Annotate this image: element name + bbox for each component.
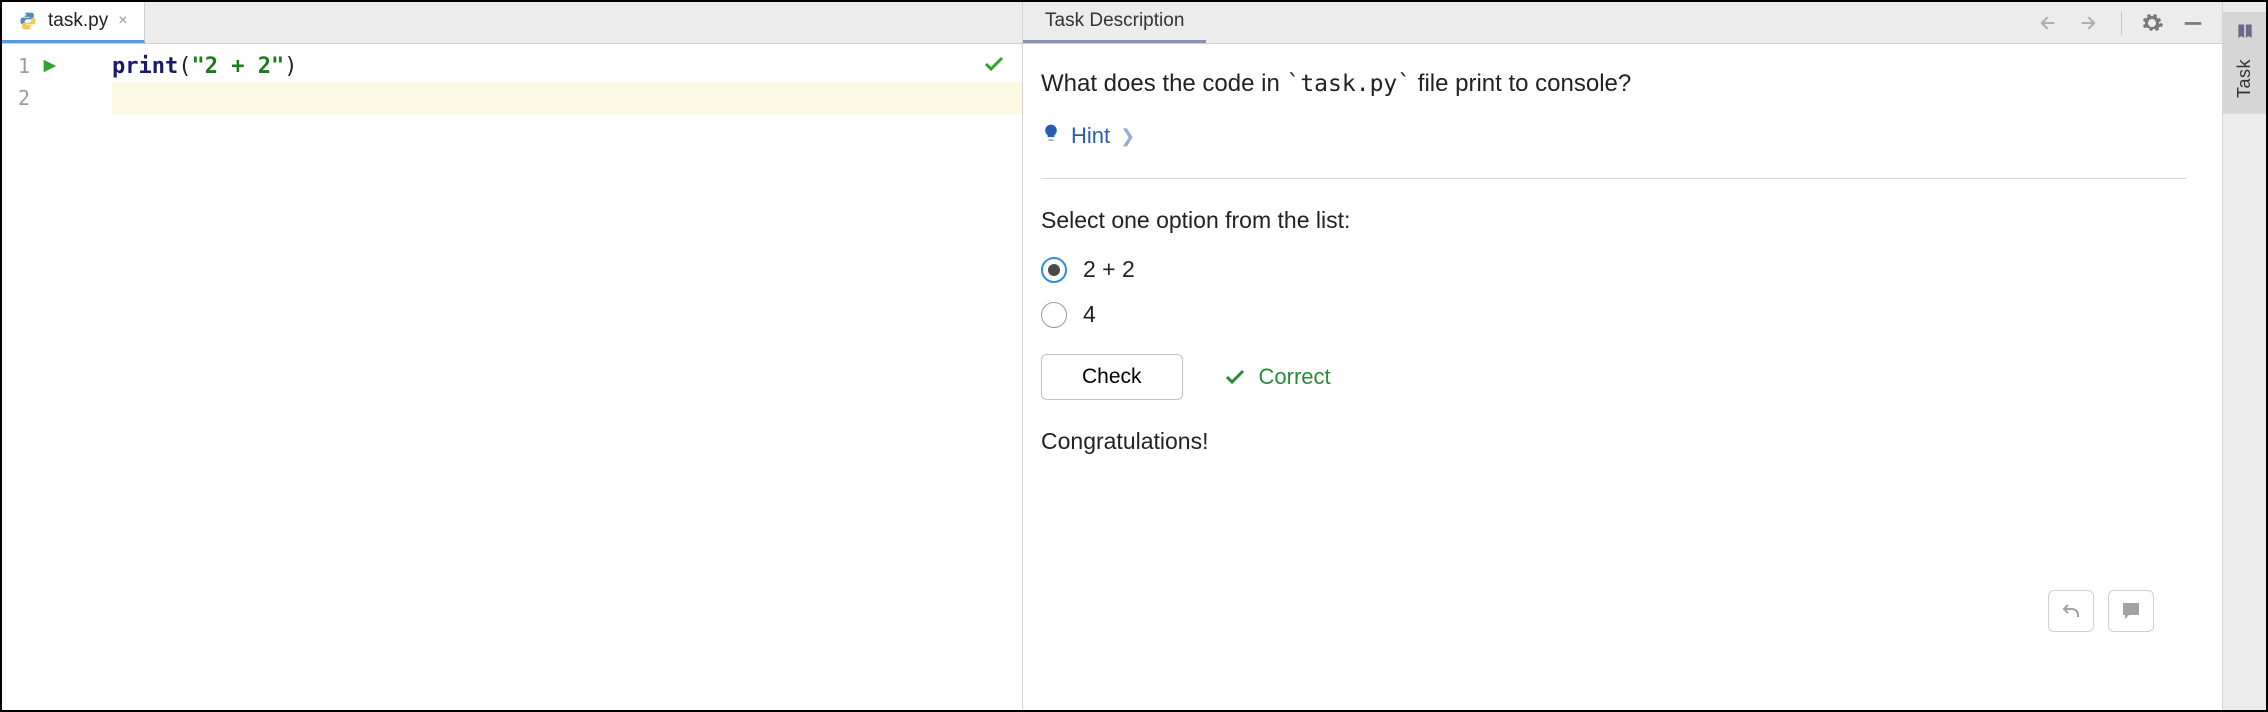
task-body: What does the code in `task.py` file pri…: [1023, 44, 2222, 710]
check-row: Check Correct: [1041, 354, 2186, 400]
editor-tab[interactable]: task.py ×: [2, 2, 145, 43]
book-icon: [2235, 22, 2255, 45]
code-line: [112, 82, 1022, 114]
line-number: 2: [12, 86, 30, 110]
options-group: 2 + 2 4: [1041, 256, 2186, 328]
rail-label: Task: [2234, 59, 2255, 98]
option-label: 2 + 2: [1083, 256, 1135, 283]
undo-icon[interactable]: [2048, 590, 2094, 632]
editor-tab-name: task.py: [48, 10, 108, 32]
select-prompt: Select one option from the list:: [1041, 207, 2186, 234]
separator: [2121, 11, 2122, 35]
task-question: What does the code in `task.py` file pri…: [1041, 70, 2186, 98]
gear-icon[interactable]: [2140, 11, 2164, 35]
option-label: 4: [1083, 301, 1096, 328]
option-row[interactable]: 4: [1041, 301, 2186, 328]
line-number: 1: [12, 54, 30, 78]
check-button[interactable]: Check: [1041, 354, 1183, 400]
option-row[interactable]: 2 + 2: [1041, 256, 2186, 283]
congrats-text: Congratulations!: [1041, 428, 2186, 455]
task-header: Task Description: [1023, 2, 2222, 44]
editor-gutter: 1 2: [2, 44, 112, 710]
nav-forward-icon[interactable]: [2077, 13, 2103, 33]
task-description-tab[interactable]: Task Description: [1023, 2, 1206, 43]
task-bottom-actions: [2048, 590, 2154, 632]
task-header-title: Task Description: [1045, 10, 1184, 32]
result-label: Correct: [1259, 364, 1331, 390]
divider: [1041, 178, 2186, 179]
radio-selected[interactable]: [1041, 257, 1067, 283]
result-correct: Correct: [1223, 364, 1331, 390]
run-icon[interactable]: [40, 57, 58, 75]
rail-task-tab[interactable]: Task: [2223, 12, 2266, 114]
python-file-icon: [18, 11, 38, 31]
code-editor[interactable]: 1 2 print("2 + 2"): [2, 44, 1022, 710]
comment-icon[interactable]: [2108, 590, 2154, 632]
editor-tab-bar: task.py ×: [2, 2, 1022, 44]
side-rail: Task: [2222, 2, 2266, 710]
radio-unselected[interactable]: [1041, 302, 1067, 328]
minimize-icon[interactable]: [2182, 12, 2204, 34]
code-line: print("2 + 2"): [112, 50, 1022, 82]
close-icon[interactable]: ×: [118, 12, 127, 30]
chevron-right-icon: ❯: [1120, 126, 1135, 147]
hint-label: Hint: [1071, 123, 1110, 149]
nav-back-icon[interactable]: [2033, 13, 2059, 33]
check-icon: [982, 52, 1006, 82]
header-actions: [2033, 2, 2222, 43]
editor-pane: task.py × 1 2 print("2 + 2"): [2, 2, 1022, 710]
lightbulb-icon: [1041, 122, 1061, 150]
task-pane: Task Description What does the code in `…: [1022, 2, 2222, 710]
hint-button[interactable]: Hint ❯: [1041, 122, 2186, 150]
code-area[interactable]: print("2 + 2"): [112, 44, 1022, 710]
